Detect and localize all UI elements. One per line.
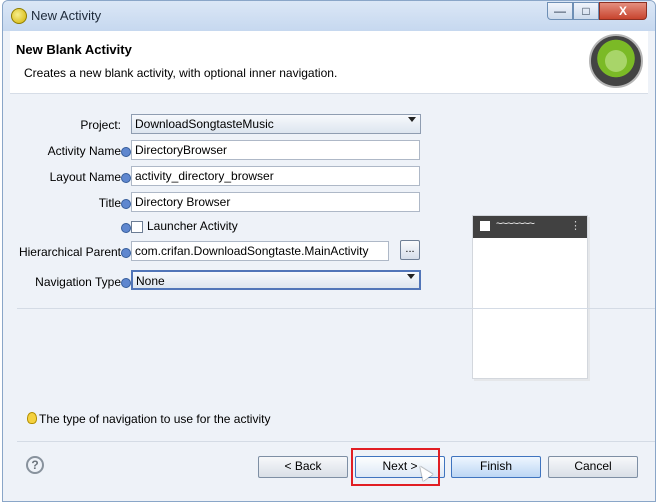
activity-name-field[interactable]: DirectoryBrowser	[131, 140, 420, 160]
lightbulb-icon	[27, 412, 37, 424]
chevron-down-icon	[408, 117, 416, 122]
layout-name-label: Layout Name	[49, 170, 121, 184]
navigation-type-combo[interactable]: None	[131, 270, 421, 290]
info-dot-icon	[121, 278, 131, 288]
title-field[interactable]: Directory Browser	[131, 192, 420, 212]
preview-title: ~~~~~~~	[496, 218, 535, 230]
finish-button[interactable]: Finish	[451, 456, 541, 478]
hint-text: The type of navigation to use for the ac…	[39, 412, 271, 426]
window-title: New Activity	[31, 8, 102, 23]
info-dot-icon	[121, 223, 131, 233]
android-logo-icon	[589, 34, 643, 88]
navigation-type-label: Navigation Type	[35, 275, 121, 289]
help-icon[interactable]: ?	[26, 456, 44, 474]
android-wizard-icon	[11, 8, 27, 24]
back-button[interactable]: < Back	[258, 456, 348, 478]
new-activity-window: New Activity — □ X New Blank Activity Cr…	[2, 0, 656, 502]
launcher-activity-checkbox[interactable]	[131, 221, 143, 233]
title-label: Title	[98, 196, 121, 210]
close-button[interactable]: X	[599, 2, 647, 20]
navigation-type-value: None	[136, 274, 165, 288]
wizard-header: New Blank Activity Creates a new blank a…	[10, 31, 648, 94]
preview-action-bar: ~~~~~~~ ⋮	[473, 216, 587, 238]
browse-button[interactable]: ...	[400, 240, 420, 260]
project-value: DownloadSongtasteMusic	[135, 117, 274, 131]
project-combo[interactable]: DownloadSongtasteMusic	[131, 114, 421, 134]
hierarchical-parent-field[interactable]: com.crifan.DownloadSongtaste.MainActivit…	[131, 241, 389, 261]
activity-name-label: Activity Name	[47, 144, 121, 158]
project-label: Project:	[80, 118, 121, 132]
info-dot-icon	[121, 248, 131, 258]
content-divider	[17, 308, 655, 309]
layout-name-field[interactable]: activity_directory_browser	[131, 166, 420, 186]
maximize-button[interactable]: □	[573, 2, 599, 20]
wizard-content: Project: DownloadSongtasteMusic Activity…	[10, 94, 655, 444]
info-dot-icon	[121, 173, 131, 183]
overflow-menu-icon: ⋮	[570, 220, 581, 232]
layout-preview: ~~~~~~~ ⋮	[472, 215, 588, 379]
cancel-button[interactable]: Cancel	[548, 456, 638, 478]
hierarchical-parent-label: Hierarchical Parent	[18, 245, 121, 259]
page-description: Creates a new blank activity, with optio…	[24, 66, 338, 80]
minimize-button[interactable]: —	[547, 2, 573, 20]
info-dot-icon	[121, 199, 131, 209]
preview-app-icon	[480, 221, 490, 231]
info-dot-icon	[121, 147, 131, 157]
window-titlebar: New Activity — □ X	[3, 1, 655, 31]
chevron-down-icon	[407, 274, 415, 279]
bottom-divider	[17, 441, 655, 442]
launcher-activity-label: Launcher Activity	[147, 219, 238, 233]
page-title: New Blank Activity	[16, 42, 132, 57]
